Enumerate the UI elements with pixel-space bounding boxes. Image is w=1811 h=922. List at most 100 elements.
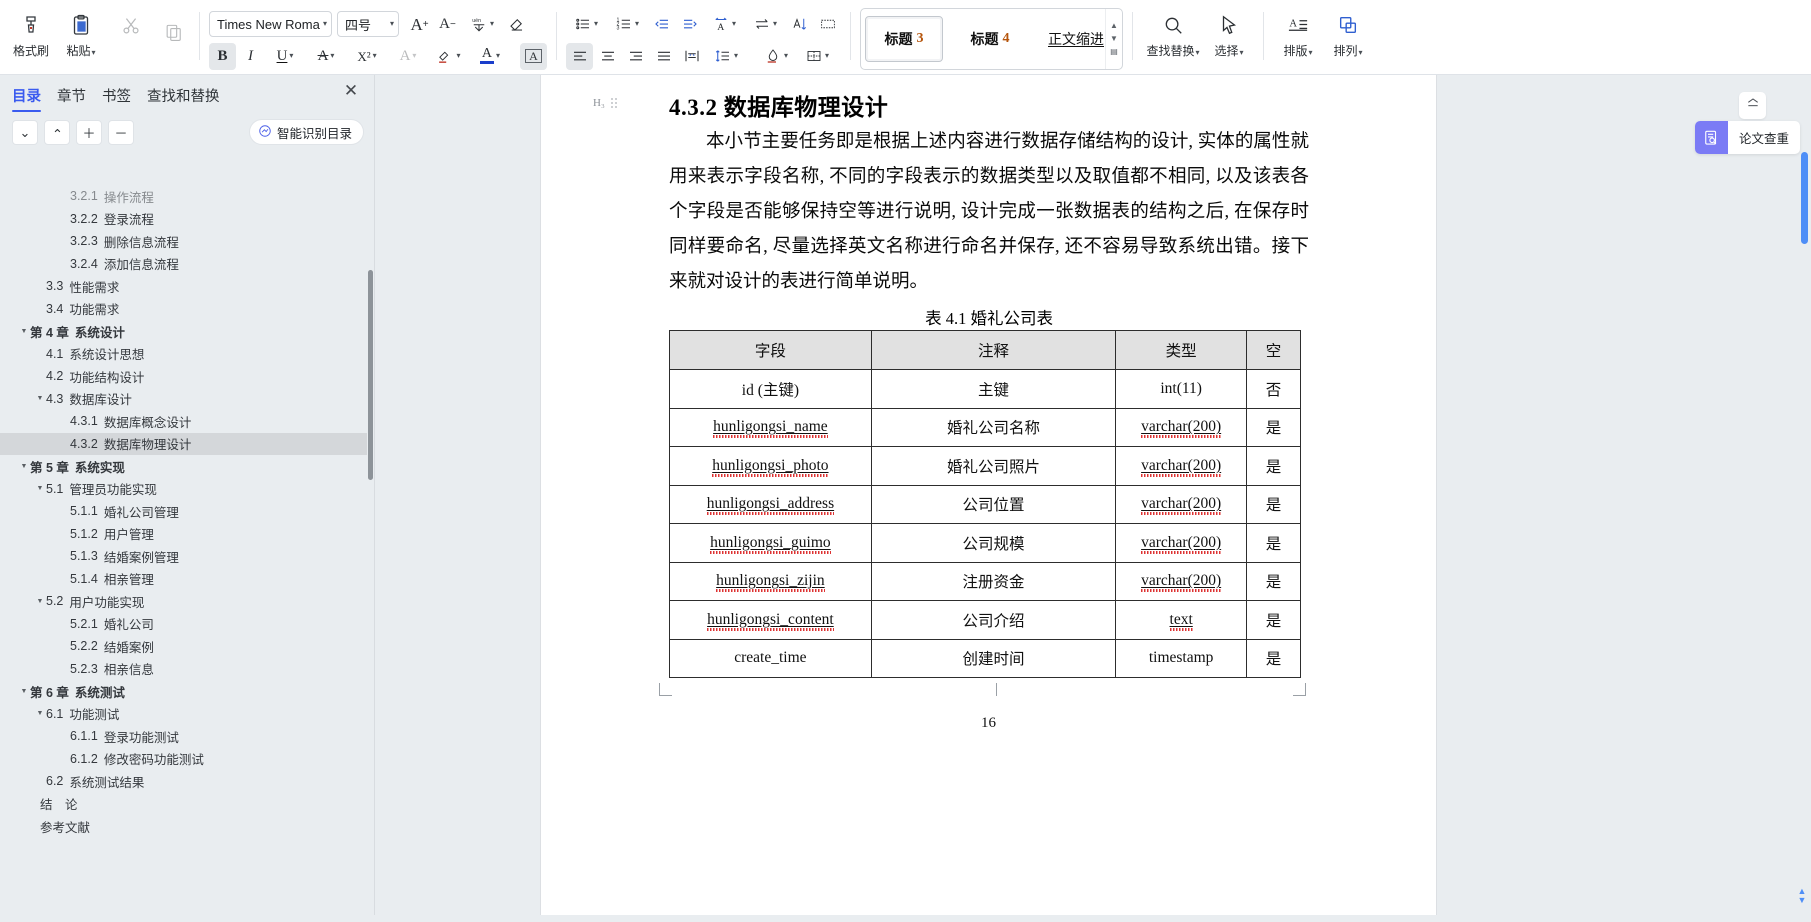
drag-handle-icon[interactable] — [610, 98, 617, 108]
find-replace-button[interactable]: 查找替换▾ — [1142, 4, 1204, 68]
toc-list[interactable]: 3.2.1 操作流程 3.2.2 登录流程 3.2.3 删除信息流程 3.2.4 添加信息流程… — [0, 185, 367, 915]
align-right-button[interactable] — [622, 43, 649, 70]
chevron-down-icon[interactable]: ▾ — [635, 20, 639, 28]
format-painter-button[interactable]: 格式刷 — [6, 4, 56, 68]
chevron-down-icon[interactable]: ▾ — [490, 20, 494, 28]
chevron-up-icon[interactable]: ▲ — [1110, 22, 1118, 30]
toc-item[interactable]: ▼ 第 6 章系统测试 — [0, 680, 367, 703]
chevron-down-icon[interactable]: ▾ — [1240, 48, 1244, 57]
document-scrollbar-thumb[interactable] — [1801, 152, 1808, 244]
toc-item[interactable]: 3.4 功能需求 — [0, 298, 367, 321]
chevron-down-icon[interactable]: ▾ — [92, 48, 96, 57]
table-row[interactable]: hunligongsi_content 公司介绍 text 是 — [669, 600, 1301, 640]
distribute-button[interactable] — [678, 43, 705, 70]
table-row[interactable]: hunligongsi_name 婚礼公司名称 varchar(200) 是 — [669, 407, 1301, 447]
expand-prev-button[interactable]: ⌄ — [44, 120, 70, 145]
toc-item[interactable]: ▼ 5.1 管理员功能实现 — [0, 478, 367, 501]
toc-item[interactable]: 3.2.1 操作流程 — [0, 185, 367, 208]
increase-indent-button[interactable] — [676, 11, 703, 38]
show-marks-button[interactable] — [814, 11, 841, 38]
chevron-down-icon[interactable]: ▾ — [784, 52, 788, 60]
toc-item[interactable]: 4.1 系统设计思想 — [0, 343, 367, 366]
select-button[interactable]: 选择▾ — [1204, 4, 1254, 68]
underline-button[interactable]: U ▾ — [265, 43, 305, 70]
toc-item[interactable]: 3.3 性能需求 — [0, 275, 367, 298]
paper-check-button[interactable]: 论文查重 — [1694, 121, 1800, 154]
chevron-down-icon[interactable]: ▼ — [18, 688, 30, 695]
font-color-button[interactable]: A ▾ — [470, 43, 510, 70]
font-family-select[interactable]: Times New Roma ▾ — [209, 11, 332, 37]
style-item-body-indent[interactable]: 正文缩进 — [1037, 16, 1115, 62]
smart-recognize-toc-button[interactable]: 智能识别目录 — [248, 119, 364, 145]
shading-button[interactable]: ▾ — [756, 43, 796, 70]
table-row[interactable]: create_time 创建时间 timestamp 是 — [669, 638, 1301, 678]
toc-item[interactable]: ▼ 5.2 用户功能实现 — [0, 590, 367, 613]
chevron-down-icon[interactable]: ▾ — [732, 20, 736, 28]
toc-item[interactable]: 5.2.3 相亲信息 — [0, 658, 367, 681]
typeset-button[interactable]: A 排版▾ — [1273, 4, 1323, 68]
sort-button[interactable] — [786, 11, 813, 38]
chevron-down-icon[interactable]: ▾ — [825, 52, 829, 60]
cut-button[interactable] — [106, 4, 156, 68]
chevron-down-icon[interactable]: ▾ — [289, 52, 293, 60]
chevron-down-icon[interactable]: ▾ — [1309, 48, 1313, 57]
table-row[interactable]: id (主键) 主键 int(11) 否 — [669, 369, 1301, 409]
tab-chapters[interactable]: 章节 — [57, 85, 86, 112]
toc-item[interactable]: ▼ 第 4 章系统设计 — [0, 320, 367, 343]
pinyin-guide-button[interactable]: uén ▾ — [462, 11, 502, 38]
highlight-color-button[interactable]: ▾ — [429, 43, 469, 70]
toc-item[interactable]: 4.3.2 数据库物理设计 — [0, 432, 367, 455]
character-border-button[interactable]: A ▾ — [388, 43, 428, 70]
enclose-character-button[interactable]: A — [520, 42, 547, 70]
numbered-list-button[interactable]: 1 2 3 ▾ — [607, 11, 647, 38]
close-icon[interactable]: ✕ — [340, 80, 362, 102]
bold-button[interactable]: B — [209, 42, 236, 70]
body-paragraph[interactable]: 本小节主要任务即是根据上述内容进行数据存储结构的设计, 实体的属性就用来表示字段… — [669, 125, 1309, 300]
align-left-button[interactable] — [566, 42, 593, 70]
expand-next-button[interactable]: ⌄ — [12, 120, 38, 145]
decrease-indent-button[interactable] — [648, 11, 675, 38]
collapse-panel-button[interactable] — [1739, 92, 1766, 119]
align-center-button[interactable] — [594, 43, 621, 70]
style-gallery-scroll[interactable]: ▲ ▼ ▤ — [1105, 9, 1122, 69]
style-item-heading3[interactable]: 标题 3 — [865, 16, 943, 62]
strikethrough-button[interactable]: A ▾ — [306, 43, 346, 70]
clear-formatting-button[interactable] — [503, 11, 530, 38]
chevron-down-icon[interactable]: ▾ — [323, 20, 327, 28]
style-gallery[interactable]: 标题 3 标题 4 正文缩进 ▲ ▼ ▤ — [860, 8, 1123, 70]
toc-item[interactable]: 5.2.2 结婚案例 — [0, 635, 367, 658]
expand-gallery-icon[interactable]: ▤ — [1110, 48, 1118, 56]
toc-item[interactable]: ▼ 第 5 章系统实现 — [0, 455, 367, 478]
font-size-select[interactable]: 四号 ▾ — [337, 11, 399, 37]
chevron-down-icon[interactable]: ▾ — [496, 52, 500, 60]
expand-all-button[interactable]: ＋ — [76, 120, 102, 145]
sidebar-scrollbar-thumb[interactable] — [368, 270, 373, 480]
chevron-down-icon[interactable]: ▼ — [34, 710, 46, 717]
chevron-down-icon[interactable]: ▾ — [330, 52, 334, 60]
chevron-down-icon[interactable]: ▼ — [18, 463, 30, 470]
italic-button[interactable]: I — [237, 43, 264, 70]
line-spacing-button[interactable]: ▾ — [706, 43, 746, 70]
chevron-down-icon[interactable]: ▼ — [1798, 896, 1807, 905]
chevron-down-icon[interactable]: ▼ — [1110, 35, 1118, 43]
toc-item[interactable]: 6.1.1 登录功能测试 — [0, 725, 367, 748]
toc-item[interactable]: 6.2 系统测试结果 — [0, 770, 367, 793]
table-row[interactable]: hunligongsi_guimo 公司规模 varchar(200) 是 — [669, 523, 1301, 563]
toc-item[interactable]: 5.1.3 结婚案例管理 — [0, 545, 367, 568]
bullet-list-button[interactable]: ▾ — [566, 11, 606, 38]
toc-item[interactable]: 3.2.3 删除信息流程 — [0, 230, 367, 253]
toc-item[interactable]: 6.1.2 修改密码功能测试 — [0, 748, 367, 771]
text-direction-button[interactable]: ▾ — [745, 11, 785, 38]
toc-item[interactable]: 4.2 功能结构设计 — [0, 365, 367, 388]
toc-item[interactable]: 3.2.2 登录流程 — [0, 208, 367, 231]
toc-item[interactable]: 3.2.4 添加信息流程 — [0, 253, 367, 276]
toc-item[interactable]: 结 论 — [0, 793, 367, 816]
toc-item[interactable]: ▼ 4.3 数据库设计 — [0, 388, 367, 411]
tab-find-replace[interactable]: 查找和替换 — [147, 85, 220, 112]
chevron-down-icon[interactable]: ▼ — [18, 328, 30, 335]
chevron-down-icon[interactable]: ▼ — [34, 598, 46, 605]
table-row[interactable]: hunligongsi_address 公司位置 varchar(200) 是 — [669, 484, 1301, 524]
table-row[interactable]: hunligongsi_photo 婚礼公司照片 varchar(200) 是 — [669, 446, 1301, 486]
chevron-down-icon[interactable]: ▾ — [734, 52, 738, 60]
increase-font-size-button[interactable]: A + — [406, 11, 433, 38]
